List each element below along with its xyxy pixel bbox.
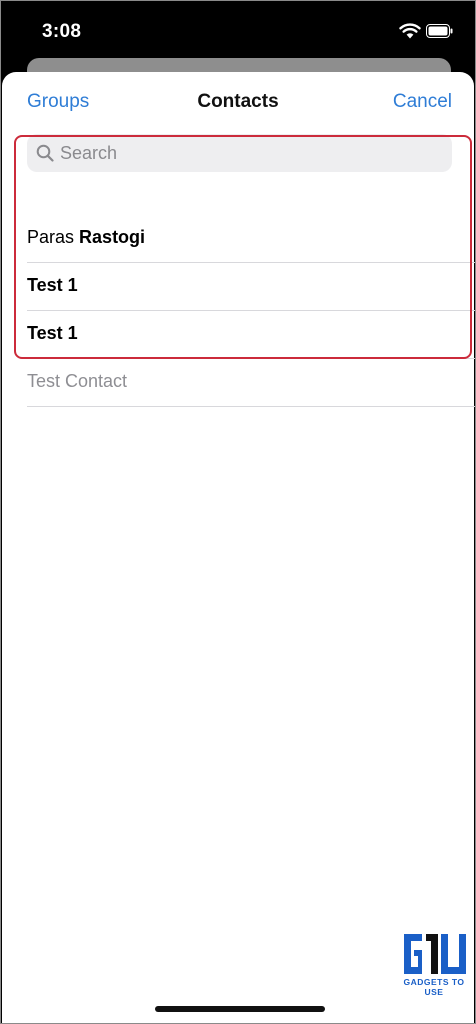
- status-bar: 3:08: [1, 1, 475, 65]
- cancel-button[interactable]: Cancel: [393, 91, 452, 113]
- contact-first-name: Test Contact: [27, 371, 128, 391]
- contact-row[interactable]: Test Contact: [27, 359, 475, 407]
- wifi-icon: [399, 23, 421, 39]
- home-indicator[interactable]: [155, 1006, 325, 1012]
- g1u-logo-icon: [404, 934, 466, 974]
- watermark-text: GADGETS TO USE: [403, 977, 465, 997]
- watermark-logo: GADGETS TO USE: [396, 932, 472, 997]
- highlight-box: [14, 135, 472, 359]
- status-time: 3:08: [42, 21, 82, 42]
- phone-screen: 3:08 Groups Contacts Cancel Search Paras…: [0, 0, 476, 1024]
- nav-bar: Groups Contacts Cancel: [2, 72, 474, 132]
- battery-icon: [426, 24, 453, 38]
